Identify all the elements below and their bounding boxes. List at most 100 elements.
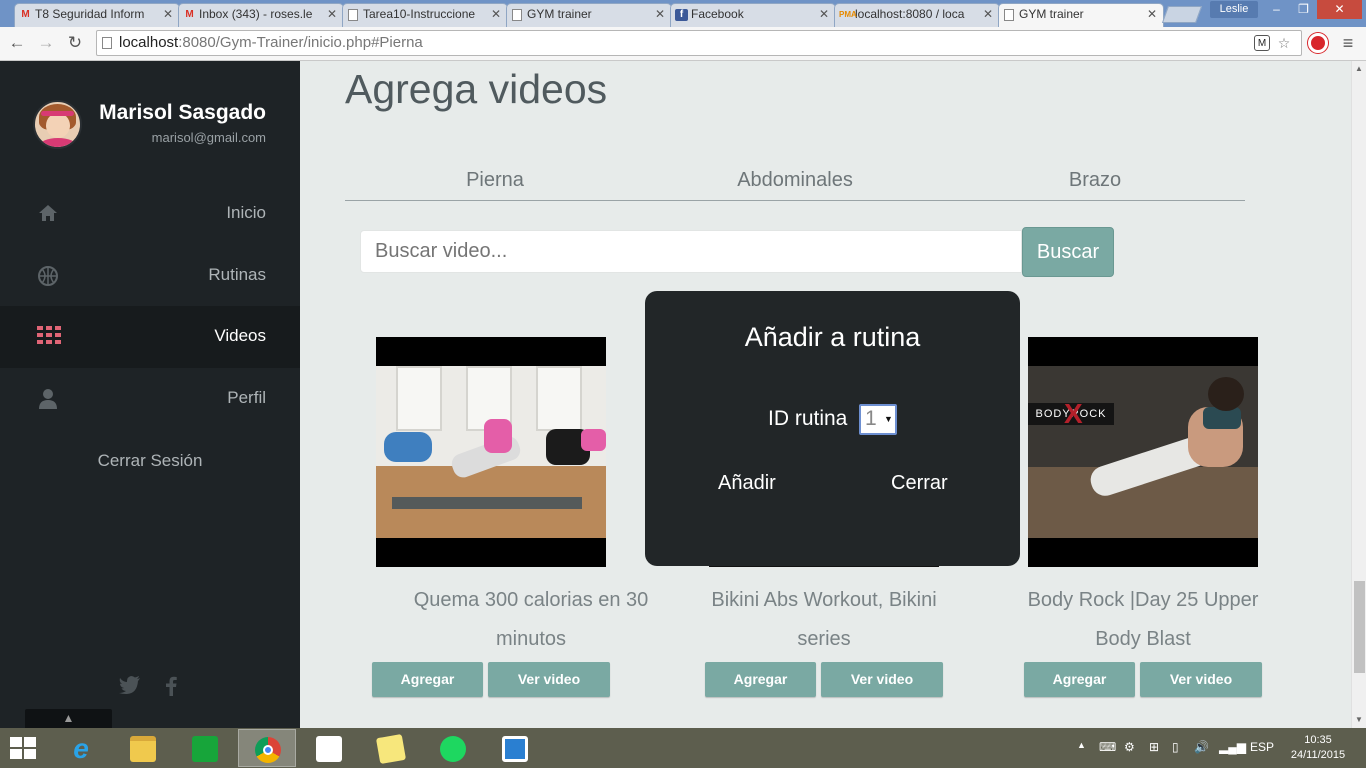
close-tab-icon[interactable]: ✕ bbox=[163, 4, 173, 25]
user-name: Marisol Sasgado bbox=[99, 101, 266, 124]
tab-brazo[interactable]: Brazo bbox=[945, 169, 1245, 192]
url-host: localhost bbox=[119, 34, 179, 51]
taskbar: e ▲ ⌨ ⚙ ⊞ ▯ 🔊 ▂▄▆ ESP 10:35 24/11/2015 bbox=[0, 728, 1366, 768]
search-button[interactable]: Buscar bbox=[1022, 227, 1114, 277]
clock-time: 10:35 bbox=[1304, 734, 1332, 746]
view-video-button[interactable]: Ver video bbox=[488, 662, 610, 697]
close-tab-icon[interactable]: ✕ bbox=[819, 4, 829, 25]
close-tab-icon[interactable]: ✕ bbox=[1147, 4, 1157, 25]
modal-title: Añadir a rutina bbox=[744, 322, 921, 352]
windows-icon[interactable]: ⊞ bbox=[1149, 740, 1159, 754]
sidebar-item-label: Inicio bbox=[226, 203, 266, 222]
url-path: :8080/Gym-Trainer/inicio.php#Pierna bbox=[178, 34, 423, 51]
address-bar[interactable]: localhost:8080/Gym-Trainer/inicio.php#Pi… bbox=[96, 30, 1302, 56]
sidebar-item-perfil[interactable]: Perfil bbox=[0, 368, 300, 430]
sidebar-item-inicio[interactable]: Inicio bbox=[0, 183, 300, 245]
back-arrow-icon[interactable]: ← bbox=[6, 32, 28, 54]
show-hidden-icons[interactable]: ▲ bbox=[1077, 740, 1086, 750]
twitter-icon[interactable] bbox=[119, 676, 141, 700]
windows-start-icon[interactable] bbox=[10, 737, 38, 759]
scroll-up-icon[interactable]: ▲ bbox=[1355, 64, 1363, 73]
chrome-icon bbox=[255, 737, 281, 763]
chrome-menu-icon[interactable]: ≡ bbox=[1338, 32, 1358, 54]
taskbar-sticky-notes[interactable] bbox=[362, 729, 420, 767]
browser-toolbar: ← → ↻ localhost:8080/Gym-Trainer/inicio.… bbox=[0, 27, 1366, 61]
user-icon bbox=[37, 388, 59, 410]
forward-arrow-icon[interactable]: → bbox=[35, 32, 57, 54]
browser-tab[interactable]: f Facebook ✕ bbox=[670, 3, 836, 27]
gmail-icon: M bbox=[185, 9, 194, 20]
grid-icon bbox=[37, 326, 61, 348]
store-icon bbox=[192, 736, 218, 762]
browser-tab[interactable]: M T8 Seguridad Inform ✕ bbox=[14, 3, 180, 27]
taskbar-ie[interactable]: e bbox=[52, 729, 110, 767]
add-video-button[interactable]: Agregar bbox=[705, 662, 816, 697]
facebook-icon[interactable] bbox=[165, 676, 177, 702]
video-title: Quema 300 calorias en 30 minutos bbox=[413, 589, 649, 650]
tab-pierna[interactable]: Pierna bbox=[345, 169, 645, 192]
sidebar-collapse-handle[interactable]: ▲ bbox=[25, 709, 112, 728]
browser-tab-active[interactable]: GYM trainer ✕ bbox=[998, 3, 1164, 27]
sync-icon[interactable]: ⚙ bbox=[1124, 740, 1135, 754]
profile-badge[interactable]: Leslie bbox=[1210, 1, 1258, 18]
device-icon[interactable]: ▯ bbox=[1172, 740, 1179, 754]
internet-explorer-icon: e bbox=[73, 733, 89, 764]
video-thumbnail[interactable]: BODYROCK X bbox=[1028, 337, 1258, 567]
modal-close-button[interactable]: Cerrar bbox=[891, 472, 948, 495]
clock-date: 24/11/2015 bbox=[1290, 749, 1346, 761]
window-close-icon[interactable]: ✕ bbox=[1317, 0, 1362, 19]
view-video-button[interactable]: Ver video bbox=[1140, 662, 1262, 697]
video-thumbnail[interactable] bbox=[376, 337, 606, 567]
add-video-button[interactable]: Agregar bbox=[372, 662, 483, 697]
home-icon bbox=[37, 203, 59, 225]
taskbar-chrome[interactable] bbox=[238, 729, 296, 767]
signal-icon[interactable]: ▂▄▆ bbox=[1219, 740, 1246, 754]
taskbar-apps[interactable] bbox=[300, 729, 358, 767]
extension-icon[interactable]: M bbox=[1254, 35, 1270, 51]
taskbar-spotify[interactable] bbox=[424, 729, 482, 767]
scroll-down-icon[interactable]: ▼ bbox=[1355, 715, 1363, 724]
sidebar-item-rutinas[interactable]: Rutinas bbox=[0, 245, 300, 307]
page-scrollbar[interactable]: ▲ ▼ bbox=[1351, 61, 1366, 728]
browser-tab[interactable]: M Inbox (343) - roses.le ✕ bbox=[178, 3, 344, 27]
adblock-icon[interactable] bbox=[1308, 33, 1328, 53]
close-tab-icon[interactable]: ✕ bbox=[491, 4, 501, 25]
maximize-icon[interactable]: ❐ bbox=[1290, 0, 1317, 19]
tab-abdominales[interactable]: Abdominales bbox=[645, 169, 945, 192]
browser-tab[interactable]: GYM trainer ✕ bbox=[506, 3, 672, 27]
close-tab-icon[interactable]: ✕ bbox=[655, 4, 665, 25]
close-tab-icon[interactable]: ✕ bbox=[983, 4, 993, 25]
minimize-icon[interactable]: – bbox=[1263, 0, 1290, 19]
video-title: Body Rock |Day 25 Upper Body Blast bbox=[1027, 589, 1259, 650]
browser-tab[interactable]: Tarea10-Instruccione ✕ bbox=[342, 3, 508, 27]
new-tab-button[interactable] bbox=[1161, 6, 1203, 23]
clock[interactable]: 10:35 24/11/2015 bbox=[1283, 733, 1353, 763]
close-tab-icon[interactable]: ✕ bbox=[327, 4, 337, 25]
sticky-notes-icon bbox=[375, 733, 407, 765]
volume-icon[interactable]: 🔊 bbox=[1194, 740, 1209, 754]
dropdown-arrow-icon: ▼ bbox=[884, 414, 893, 424]
routine-id-label: ID rutina bbox=[768, 407, 848, 430]
app-icon bbox=[502, 736, 528, 762]
view-video-button[interactable]: Ver video bbox=[821, 662, 943, 697]
phpmyadmin-icon: PMA bbox=[839, 10, 857, 19]
taskbar-store[interactable] bbox=[176, 729, 234, 767]
add-video-button[interactable]: Agregar bbox=[1024, 662, 1135, 697]
search-input[interactable] bbox=[360, 230, 1022, 273]
tab-title: GYM trainer bbox=[527, 7, 592, 21]
page-icon bbox=[1004, 9, 1014, 21]
reload-icon[interactable]: ↻ bbox=[64, 32, 86, 54]
language-indicator[interactable]: ESP bbox=[1250, 740, 1274, 754]
browser-tab[interactable]: PMA localhost:8080 / loca ✕ bbox=[834, 3, 1000, 27]
routine-id-select[interactable]: 1 ▼ bbox=[859, 404, 897, 435]
taskbar-app[interactable] bbox=[486, 729, 544, 767]
logout-link[interactable]: Cerrar Sesión bbox=[0, 451, 300, 471]
sidebar-item-videos[interactable]: Videos bbox=[0, 306, 300, 368]
avatar bbox=[33, 100, 82, 149]
keyboard-icon[interactable]: ⌨ bbox=[1099, 740, 1116, 754]
modal-add-button[interactable]: Añadir bbox=[718, 472, 776, 495]
bookmark-star-icon[interactable]: ☆ bbox=[1276, 35, 1292, 51]
tab-title: Tarea10-Instruccione bbox=[363, 7, 476, 21]
taskbar-explorer[interactable] bbox=[114, 729, 172, 767]
scrollbar-thumb[interactable] bbox=[1354, 581, 1365, 673]
